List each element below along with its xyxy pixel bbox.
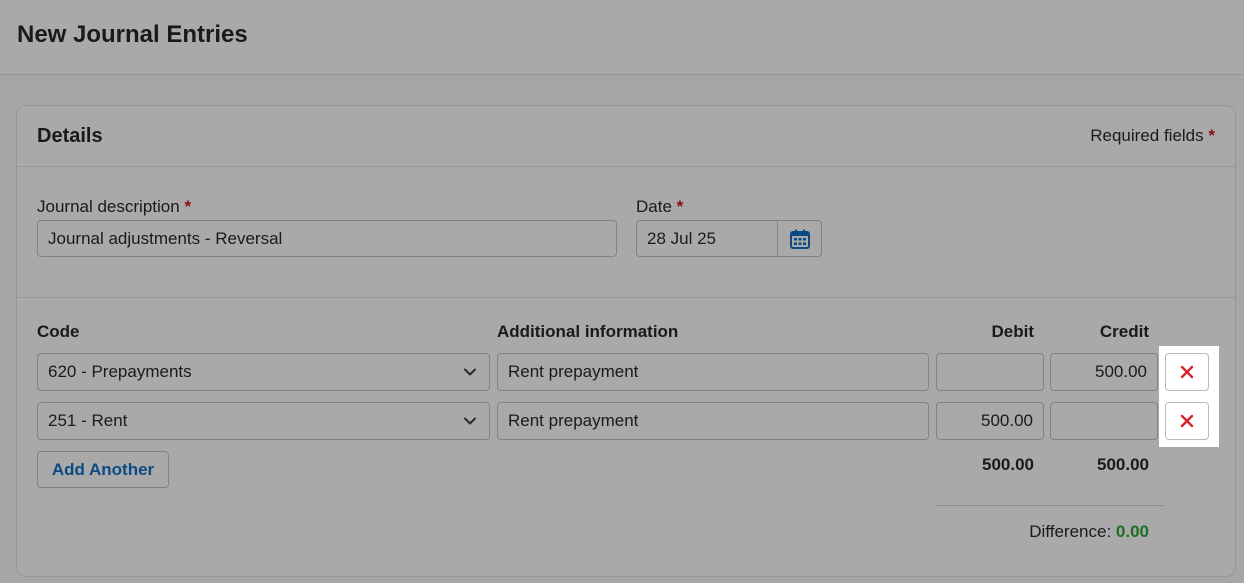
date-picker-button[interactable] (777, 220, 822, 257)
calendar-icon (789, 229, 810, 249)
additional-info-value: Rent prepayment (508, 411, 639, 430)
card-title: Details (37, 125, 103, 147)
journal-description-value: Journal adjustments - Reversal (48, 228, 283, 248)
code-column-header: Code (37, 322, 80, 341)
debit-column-header: Debit (991, 322, 1035, 341)
additional-info-value: Rent prepayment (508, 362, 639, 381)
date-label-text: Date (636, 197, 672, 216)
credit-total: 500.00 (1097, 455, 1149, 474)
debit-input[interactable]: 500.00 (936, 402, 1044, 440)
difference-summary: Difference: 0.00 (1029, 522, 1149, 542)
difference-label: Difference: (1029, 522, 1112, 541)
additional-info-input[interactable]: Rent prepayment (497, 353, 929, 391)
debit-value: 500.00 (981, 411, 1033, 430)
close-icon (1180, 414, 1194, 428)
remove-line-button[interactable] (1165, 353, 1209, 391)
account-code-value: 620 - Prepayments (48, 362, 192, 381)
chevron-down-icon (464, 368, 476, 376)
totals-divider (936, 505, 1164, 506)
required-marker: * (184, 197, 192, 216)
additional-info-input[interactable]: Rent prepayment (497, 402, 929, 440)
account-code-select[interactable]: 620 - Prepayments (37, 353, 490, 391)
debit-total: 500.00 (982, 455, 1034, 474)
chevron-down-icon (464, 417, 476, 425)
close-icon (1180, 365, 1194, 379)
credit-input[interactable]: 500.00 (1050, 353, 1158, 391)
remove-line-button[interactable] (1165, 402, 1209, 440)
debit-input[interactable] (936, 353, 1044, 391)
section-divider (17, 297, 1235, 298)
details-card: Details Required fields * Journal descri… (16, 105, 1236, 577)
account-code-select[interactable]: 251 - Rent (37, 402, 490, 440)
add-another-button[interactable]: Add Another (37, 451, 169, 488)
card-header: Details Required fields * (17, 106, 1235, 167)
info-column-header: Additional information (497, 322, 679, 341)
required-fields-note: Required fields * (1090, 126, 1215, 146)
journal-description-label-text: Journal description (37, 197, 180, 216)
required-fields-label: Required fields (1090, 126, 1204, 145)
required-marker: * (1208, 126, 1215, 145)
journal-description-label: Journal description * (37, 197, 191, 217)
credit-value: 500.00 (1095, 362, 1147, 381)
page-header: New Journal Entries (0, 0, 1244, 75)
date-value: 28 Jul 25 (647, 228, 716, 248)
date-label: Date * (636, 197, 683, 217)
credit-column-header: Credit (1099, 322, 1149, 341)
date-input[interactable]: 28 Jul 25 (636, 220, 779, 257)
difference-value: 0.00 (1115, 522, 1149, 541)
account-code-value: 251 - Rent (48, 411, 128, 430)
required-marker: * (676, 197, 684, 216)
credit-input[interactable] (1050, 402, 1158, 440)
page-title: New Journal Entries (17, 21, 248, 48)
journal-description-input[interactable]: Journal adjustments - Reversal (37, 220, 617, 257)
